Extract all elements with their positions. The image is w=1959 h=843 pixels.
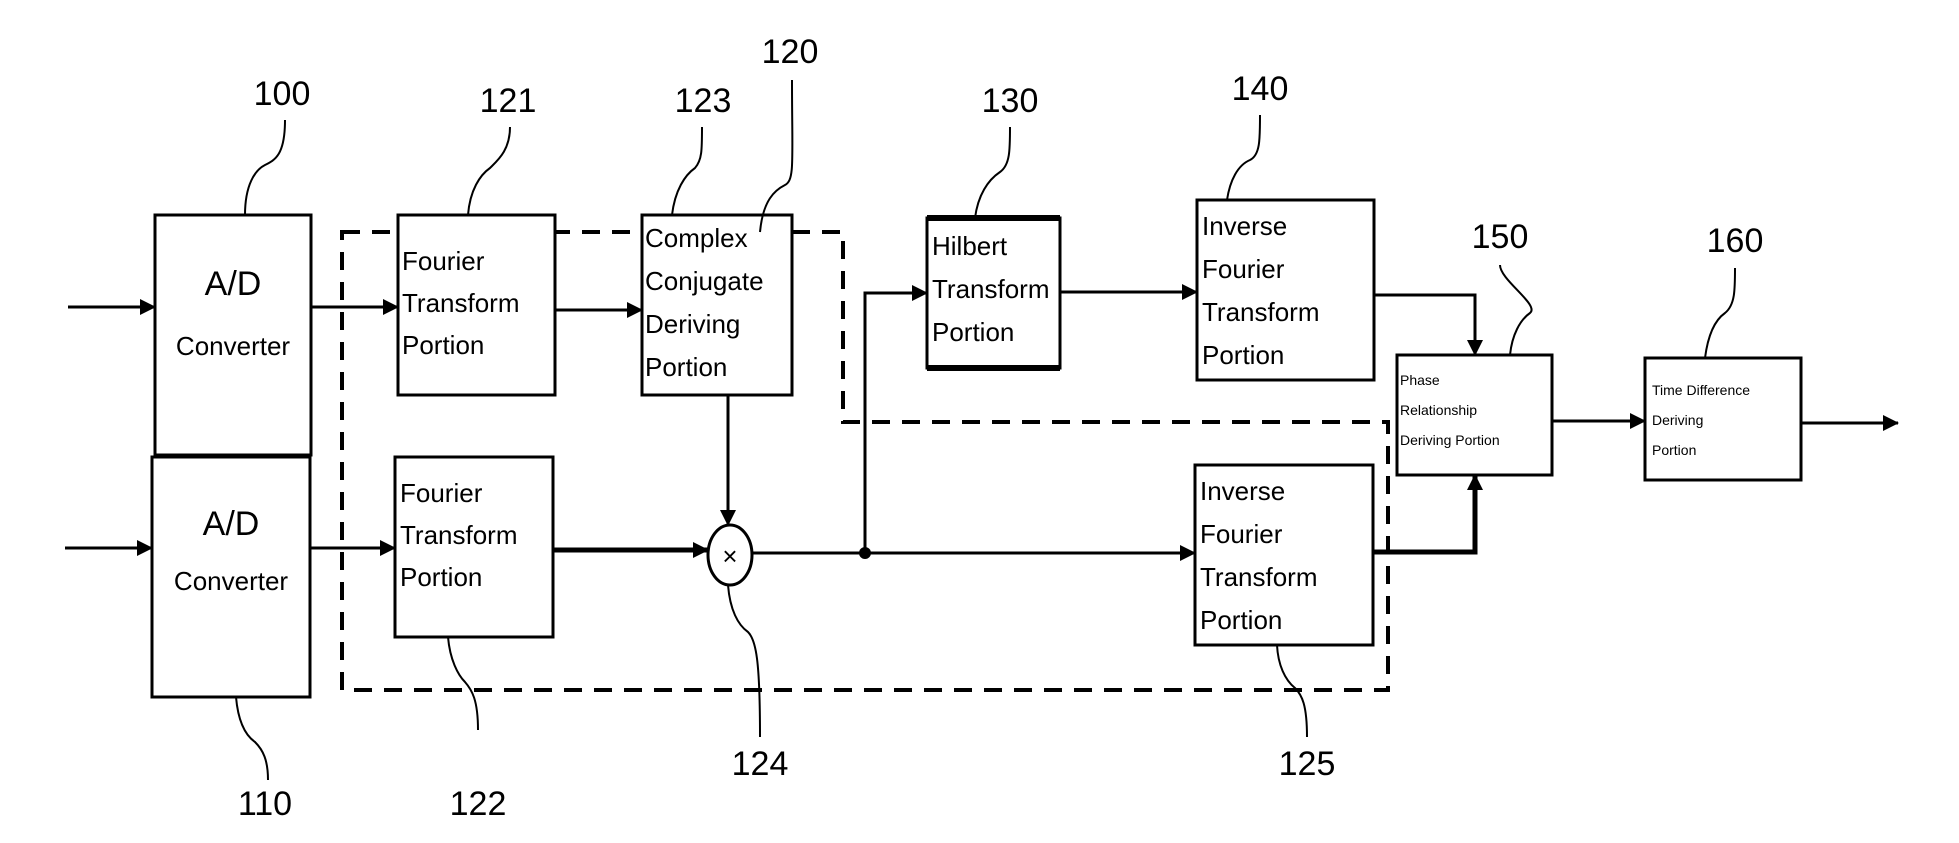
ft1-line-1: Transform [402, 288, 520, 318]
ccd-line-2: Deriving [645, 309, 740, 339]
fourier-transform-122: Fourier Transform Portion [393, 455, 555, 639]
ad2-line2: Converter [174, 566, 288, 596]
ref-124: 124 [732, 745, 789, 783]
hilbert-line-2: Portion [932, 317, 1014, 347]
leader-110 [235, 696, 269, 781]
ad-converter-100: A/D Converter [153, 213, 313, 457]
leader-160 [1704, 267, 1736, 359]
ad2-line1: A/D [203, 505, 260, 543]
ref-100: 100 [254, 75, 311, 113]
ccd-line-3: Portion [645, 352, 727, 382]
hilbert-transform-130: Hilbert Transform Portion [925, 215, 1062, 371]
leader-150 [1499, 264, 1533, 356]
ref-130: 130 [982, 82, 1039, 120]
ft1-line-2: Portion [402, 330, 484, 360]
phase-relationship-150: Phase Relationship Deriving Portion [1395, 353, 1554, 477]
block-diagram: A/D Converter A/D Converter Fourier Tran… [65, 33, 1899, 823]
ref-160: 160 [1707, 222, 1764, 260]
leader-120 [759, 79, 794, 233]
ad1-line2: Converter [176, 331, 290, 361]
ccd-line-1: Conjugate [645, 266, 764, 296]
phase-line-0: Phase [1400, 372, 1440, 388]
leader-122 [447, 636, 479, 731]
ref-123: 123 [675, 82, 732, 120]
multiplier-124: × [706, 523, 754, 587]
ift1-line-0: Inverse [1202, 211, 1287, 241]
leader-100 [244, 119, 286, 216]
ift1-line-2: Transform [1202, 297, 1320, 327]
timediff-line-2: Portion [1652, 442, 1696, 458]
hilbert-line-0: Hilbert [932, 231, 1008, 261]
ft2-line-1: Transform [400, 520, 518, 550]
fourier-transform-121: Fourier Transform Portion [396, 213, 557, 397]
ift1-line-3: Portion [1202, 340, 1284, 370]
leader-121 [467, 126, 511, 216]
mult-symbol: × [722, 541, 737, 571]
ref-110: 110 [238, 785, 292, 823]
time-difference-160: Time Difference Deriving Portion [1643, 356, 1803, 482]
phase-line-2: Deriving Portion [1400, 432, 1500, 448]
ccd-line-0: Complex [645, 223, 748, 253]
ift2-line-2: Transform [1200, 562, 1318, 592]
ad1-line1: A/D [205, 265, 262, 303]
inverse-fourier-125: Inverse Fourier Transform Portion [1193, 463, 1375, 647]
ft2-line-2: Portion [400, 562, 482, 592]
phase-line-1: Relationship [1400, 402, 1477, 418]
ift2-line-3: Portion [1200, 605, 1282, 635]
leader-140 [1226, 114, 1261, 201]
hilbert-line-1: Transform [932, 274, 1050, 304]
leader-124 [727, 584, 761, 738]
complex-conjugate-123: Complex Conjugate Deriving Portion [640, 213, 794, 397]
ref-125: 125 [1279, 745, 1336, 783]
ref-122: 122 [450, 785, 507, 823]
ift2-line-1: Fourier [1200, 519, 1283, 549]
ref-150: 150 [1472, 218, 1529, 256]
ft1-line-0: Fourier [402, 246, 485, 276]
ref-121: 121 [480, 82, 537, 120]
timediff-line-1: Deriving [1652, 412, 1703, 428]
ft2-line-0: Fourier [400, 478, 483, 508]
ref-120: 120 [762, 33, 819, 71]
timediff-line-0: Time Difference [1652, 382, 1750, 398]
ift2-line-0: Inverse [1200, 476, 1285, 506]
ad-converter-110: A/D Converter [150, 455, 312, 699]
ift1-line-1: Fourier [1202, 254, 1285, 284]
leader-130 [974, 126, 1011, 219]
inverse-fourier-140: Inverse Fourier Transform Portion [1195, 198, 1376, 382]
wire-ift1-phase [1374, 293, 1483, 356]
leader-123 [671, 126, 703, 216]
ref-140: 140 [1232, 70, 1289, 108]
